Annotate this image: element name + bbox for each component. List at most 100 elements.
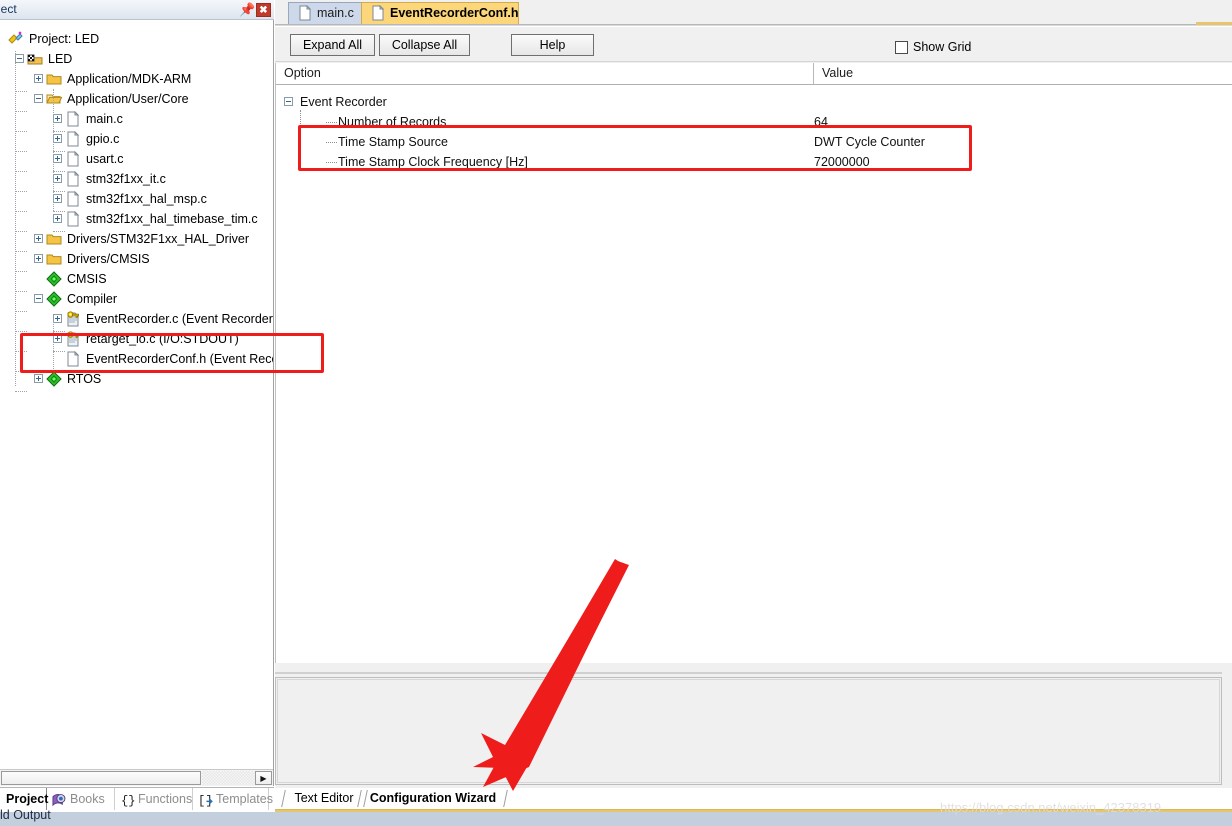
tree-item-label: stm32f1xx_hal_timebase_tim.c — [86, 212, 258, 226]
tree-guide-line — [15, 191, 27, 193]
tree-guide-line — [15, 371, 27, 373]
column-header-option: Option — [284, 66, 321, 80]
configuration-options-grid: Option Value Event Recorder Number of Rec… — [275, 63, 1232, 663]
tree-guide-line — [53, 151, 65, 153]
close-icon[interactable]: ✖ — [256, 3, 271, 17]
expand-icon[interactable] — [53, 214, 62, 223]
tree-item[interactable]: Project: LED — [0, 29, 273, 49]
project-panel-bottom-tabs[interactable]: Project Books{} Functions[] Templates — [0, 787, 274, 810]
tree-item[interactable]: EventRecorderConf.h (Event Record — [0, 349, 273, 369]
tree-item[interactable]: main.c — [0, 109, 273, 129]
tree-item-label: EventRecorder.c (Event Recorder) — [86, 312, 273, 326]
tree-item[interactable]: retarget_io.c (I/O:STDOUT) — [0, 329, 273, 349]
c-file-icon-icon — [65, 190, 81, 207]
expand-icon[interactable] — [34, 374, 43, 383]
svg-text:{}: {} — [121, 794, 135, 807]
tree-item[interactable]: RTOS — [0, 369, 273, 389]
tree-item[interactable]: stm32f1xx_hal_timebase_tim.c — [0, 209, 273, 229]
tree-item[interactable]: stm32f1xx_it.c — [0, 169, 273, 189]
option-label: Time Stamp Source — [338, 135, 448, 149]
tree-guide-line — [15, 331, 27, 333]
tree-item[interactable]: usart.c — [0, 149, 273, 169]
templates-icon-icon: [] — [198, 792, 213, 808]
c-file-icon-icon — [65, 210, 81, 227]
option-value[interactable]: 64 — [814, 112, 828, 132]
tab-divider — [503, 790, 508, 807]
scroll-right-arrow-icon[interactable]: ▶ — [255, 771, 272, 785]
collapse-icon[interactable] — [34, 94, 43, 103]
editor-tab-active[interactable]: EventRecorderConf.h — [361, 2, 519, 27]
view-tab-configuration-wizard[interactable]: Configuration Wizard — [363, 788, 503, 809]
expand-icon[interactable] — [34, 254, 43, 263]
tree-item-label: Drivers/STM32F1xx_HAL_Driver — [67, 232, 249, 246]
tree-item-label: Application/User/Core — [67, 92, 189, 106]
panel-tab-templates[interactable]: [] Templates — [193, 788, 273, 810]
tree-guide-line — [53, 191, 65, 193]
tree-item[interactable]: EventRecorder.c (Event Recorder) — [0, 309, 273, 329]
tree-guide-line — [15, 271, 27, 273]
tree-item-label: Application/MDK-ARM — [67, 72, 192, 86]
tree-item-label: RTOS — [67, 372, 102, 386]
tree-item[interactable]: LED — [0, 49, 273, 69]
component-diamond-icon-icon — [46, 371, 62, 387]
tree-guide-line — [53, 231, 65, 233]
option-value[interactable]: DWT Cycle Counter — [814, 132, 925, 152]
frame-accent-line — [1196, 22, 1232, 25]
tree-item[interactable]: Application/MDK-ARM — [0, 69, 273, 89]
key-file-icon-icon — [65, 331, 81, 347]
folder-closed-icon-icon — [46, 251, 62, 267]
expand-icon[interactable] — [34, 234, 43, 243]
view-tab-label: Configuration Wizard — [369, 791, 497, 805]
project-panel-titlebar: ject 📌 ✖ — [0, 0, 274, 20]
tree-item[interactable]: CMSIS — [0, 269, 273, 289]
show-grid-label[interactable]: Show Grid — [913, 40, 971, 54]
collapse-all-button[interactable]: Collapse All — [379, 34, 470, 56]
project-tree[interactable]: Project: LED LED Application/MDK-ARM Applic… — [0, 21, 273, 768]
tree-guide-line — [15, 111, 27, 113]
tree-item[interactable]: Compiler — [0, 289, 273, 309]
tree-guide-line — [15, 291, 27, 293]
collapse-icon[interactable] — [284, 97, 293, 106]
grid-header-row: Option Value — [276, 63, 1232, 85]
tree-item[interactable]: Application/User/Core — [0, 89, 273, 109]
project-panel: ject 📌 ✖ Project: LED LED Application/MDK-… — [0, 0, 274, 786]
tree-item[interactable]: Drivers/CMSIS — [0, 249, 273, 269]
tree-item-label: gpio.c — [86, 132, 120, 146]
column-splitter[interactable] — [813, 63, 814, 85]
pin-icon[interactable]: 📌 — [239, 3, 255, 17]
tree-guide-line — [15, 211, 27, 213]
watermark-text: https://blog.csdn.net/weixin_42378319 — [940, 800, 1162, 815]
option-row[interactable]: Number of Records 64 — [276, 112, 1226, 132]
panel-tab-project[interactable]: Project — [0, 788, 48, 810]
h-file-icon — [370, 4, 385, 21]
expand-icon[interactable] — [34, 74, 43, 83]
wizard-splitter[interactable] — [275, 672, 1222, 674]
tree-item[interactable]: Drivers/STM32F1xx_HAL_Driver — [0, 229, 273, 249]
option-row[interactable]: Time Stamp Source DWT Cycle Counter — [276, 132, 1226, 152]
panel-tab-functions[interactable]: {} Functions — [115, 788, 193, 810]
panel-tab-label: Functions — [138, 792, 193, 806]
tree-item[interactable]: gpio.c — [0, 129, 273, 149]
collapse-icon[interactable] — [34, 294, 43, 303]
tree-item-label: EventRecorderConf.h (Event Record — [86, 352, 273, 366]
editor-tabstrip[interactable]: main.c EventRecorderConf.h — [275, 0, 1232, 27]
option-row[interactable]: Event Recorder — [276, 92, 1226, 112]
option-row[interactable]: Time Stamp Clock Frequency [Hz] 72000000 — [276, 152, 1226, 172]
show-grid-checkbox[interactable] — [895, 41, 908, 54]
expand-all-button[interactable]: Expand All — [290, 34, 375, 56]
scrollbar-track[interactable] — [202, 771, 255, 785]
tree-guide-line — [15, 131, 27, 133]
tree-item[interactable]: stm32f1xx_hal_msp.c — [0, 189, 273, 209]
build-output-label: ld Output — [0, 808, 51, 822]
scrollbar-thumb[interactable] — [1, 771, 201, 785]
option-label: Event Recorder — [300, 95, 387, 109]
editor-area: main.c EventRecorderConf.h Expand All Col… — [275, 0, 1232, 826]
option-value[interactable]: 72000000 — [814, 152, 870, 172]
help-button[interactable]: Help — [511, 34, 594, 56]
project-tree-horizontal-scrollbar[interactable]: ▶ — [0, 769, 273, 786]
tree-item-label: stm32f1xx_hal_msp.c — [86, 192, 207, 206]
tree-guide-line — [15, 51, 17, 386]
panel-tab-books[interactable]: Books — [47, 788, 115, 810]
target-icon-icon — [27, 51, 43, 67]
view-tab-text-editor[interactable]: Text Editor — [289, 788, 359, 809]
